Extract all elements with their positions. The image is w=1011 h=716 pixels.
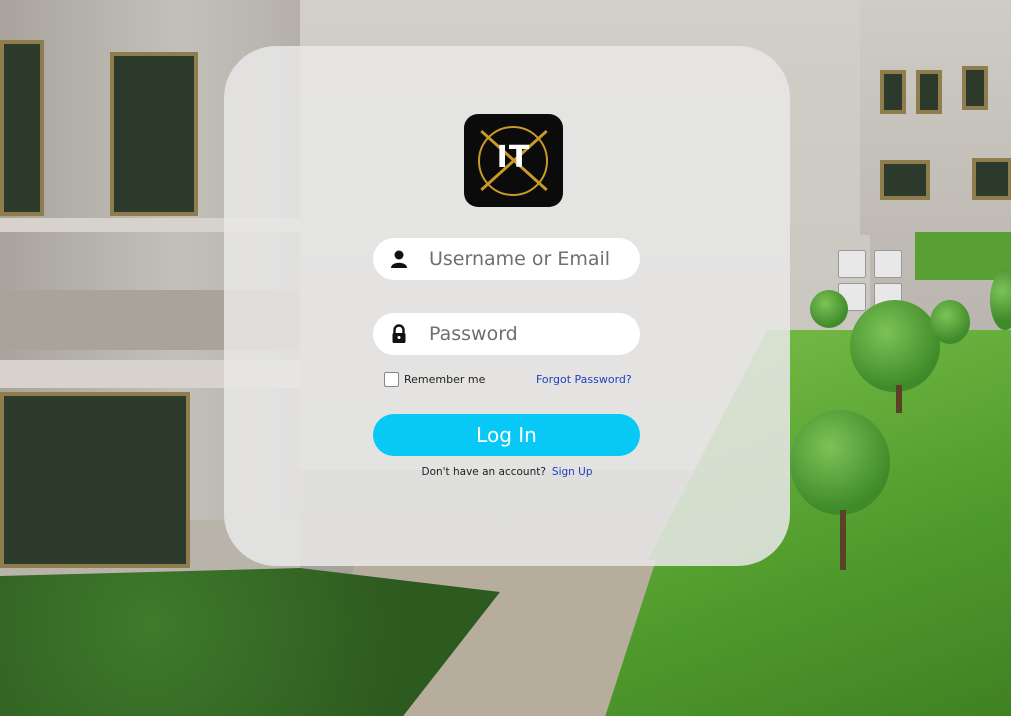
window bbox=[972, 158, 1011, 200]
login-button[interactable]: Log In bbox=[373, 414, 640, 456]
window bbox=[0, 40, 44, 216]
window bbox=[962, 66, 988, 110]
window bbox=[880, 70, 906, 114]
logo-text: IT bbox=[496, 140, 531, 175]
tree bbox=[850, 300, 940, 392]
remember-label: Remember me bbox=[404, 373, 486, 386]
password-input[interactable] bbox=[429, 313, 629, 355]
remember-me[interactable]: Remember me bbox=[384, 372, 485, 387]
forgot-password-link[interactable]: Forgot Password? bbox=[536, 373, 632, 386]
window bbox=[110, 52, 198, 216]
username-field[interactable] bbox=[373, 238, 640, 280]
tree bbox=[930, 300, 970, 344]
signup-prompt: Don't have an account? bbox=[421, 466, 546, 478]
tree bbox=[810, 290, 848, 328]
signup-link[interactable]: Sign Up bbox=[552, 466, 593, 478]
ac-unit bbox=[874, 250, 902, 278]
ac-unit bbox=[838, 250, 866, 278]
tree-trunk bbox=[896, 385, 902, 413]
password-field[interactable] bbox=[373, 313, 640, 355]
remember-checkbox[interactable] bbox=[384, 372, 399, 387]
tree bbox=[990, 270, 1011, 330]
login-card: IT Remember me Forgot Password? Log In D… bbox=[224, 46, 790, 566]
lawn-upper bbox=[915, 232, 1011, 280]
window bbox=[916, 70, 942, 114]
tree-trunk bbox=[840, 510, 846, 570]
user-icon bbox=[389, 249, 409, 269]
it-logo: IT bbox=[464, 114, 563, 207]
window bbox=[0, 392, 190, 568]
tree bbox=[790, 410, 890, 515]
window bbox=[880, 160, 930, 200]
lock-icon bbox=[389, 324, 409, 344]
signup-row: Don't have an account? Sign Up bbox=[224, 466, 790, 478]
username-input[interactable] bbox=[429, 238, 629, 280]
